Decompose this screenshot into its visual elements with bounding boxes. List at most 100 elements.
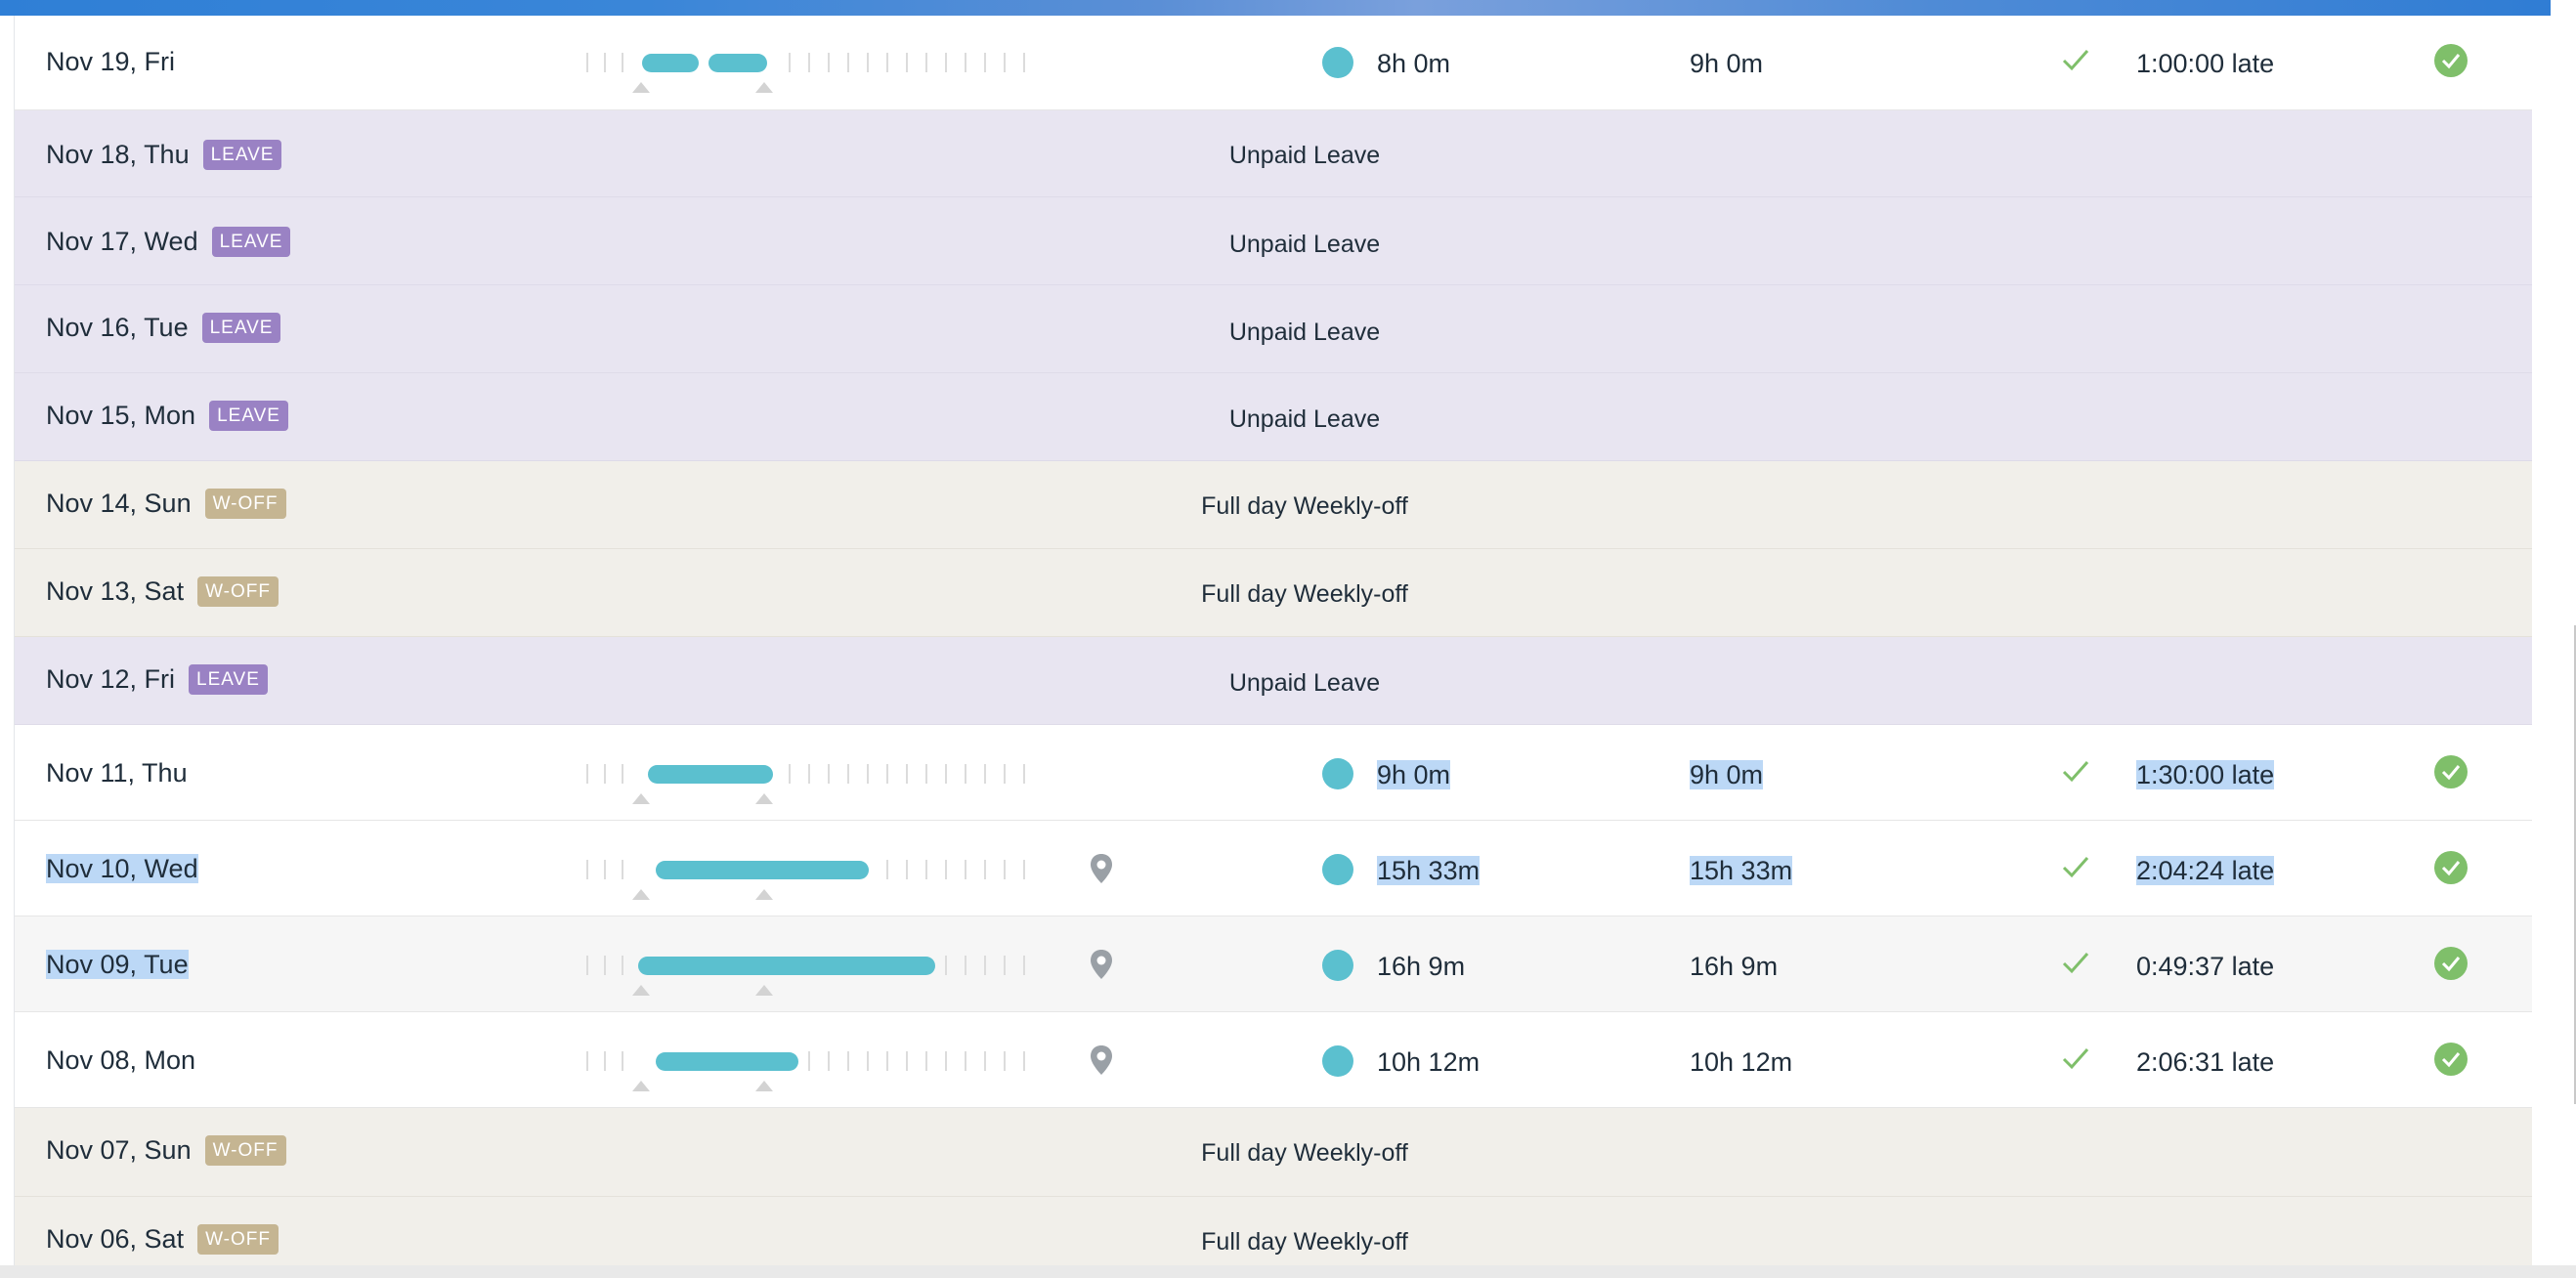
scrollbar-track[interactable] bbox=[2551, 0, 2576, 1278]
late-by: 2:04:24 late bbox=[2136, 856, 2275, 885]
timeline-tick bbox=[945, 53, 947, 72]
status-dot-icon bbox=[1322, 950, 1353, 981]
table-row[interactable]: Nov 10, Wed 15h 33m 15h 33m 2:04:24 late bbox=[15, 821, 2532, 916]
gross-hours: 16h 9m bbox=[1690, 952, 1779, 981]
timeline-tick bbox=[586, 764, 588, 784]
table-row[interactable]: Nov 11, Thu 9h 0m 9h 0m 1:30:00 late bbox=[15, 725, 2532, 821]
table-row[interactable]: Nov 17, Wed LEAVE Unpaid Leave bbox=[15, 197, 2532, 285]
location-pin-icon[interactable] bbox=[1088, 1044, 1115, 1077]
timeline-tick bbox=[906, 53, 908, 72]
table-row[interactable]: Nov 13, Sat W-OFF Full day Weekly-off bbox=[15, 549, 2532, 637]
status-dot-icon bbox=[1322, 758, 1353, 789]
timeline-tick bbox=[906, 764, 908, 784]
approved-circle-icon[interactable] bbox=[2434, 947, 2468, 980]
attendance-timeline[interactable] bbox=[572, 1042, 1041, 1091]
timeline-tick bbox=[604, 860, 606, 879]
timeline-tick bbox=[808, 1051, 810, 1071]
approved-circle-icon[interactable] bbox=[2434, 851, 2468, 884]
checkmark-icon bbox=[2062, 953, 2089, 974]
approved-circle-icon[interactable] bbox=[2434, 44, 2468, 77]
timeline-tick bbox=[984, 1051, 986, 1071]
leave-badge: LEAVE bbox=[189, 664, 268, 695]
timeline-tick bbox=[1004, 764, 1006, 784]
location-pin-icon[interactable] bbox=[1088, 852, 1115, 885]
timeline-tick bbox=[604, 1051, 606, 1071]
timeline-tick bbox=[965, 860, 966, 879]
checkmark-icon bbox=[2062, 50, 2089, 71]
timeline-tick bbox=[906, 1051, 908, 1071]
table-row[interactable]: Nov 14, Sun W-OFF Full day Weekly-off bbox=[15, 461, 2532, 549]
timeline-tick bbox=[586, 860, 588, 879]
row-date: Nov 15, Mon LEAVE bbox=[46, 401, 288, 431]
attendance-bar bbox=[708, 54, 767, 72]
attendance-timeline[interactable] bbox=[572, 850, 1041, 900]
approved-circle-icon[interactable] bbox=[2434, 755, 2468, 788]
leave-badge: LEAVE bbox=[211, 227, 291, 257]
attendance-log-table: Nov 19, Fri 8h 0m 9h 0m 1:00:00 late Nov… bbox=[14, 16, 2532, 1278]
timeline-tick bbox=[1023, 764, 1025, 784]
location-pin-icon[interactable] bbox=[1088, 948, 1115, 981]
timeline-tick bbox=[965, 764, 966, 784]
attendance-timeline[interactable] bbox=[572, 43, 1041, 93]
timeline-tick bbox=[886, 764, 888, 784]
effective-hours: 16h 9m bbox=[1377, 952, 1466, 981]
timeline-tick bbox=[886, 1051, 888, 1071]
row-date: Nov 10, Wed bbox=[46, 854, 198, 883]
timeline-tick bbox=[622, 764, 623, 784]
attendance-bar bbox=[638, 957, 935, 975]
table-row[interactable]: Nov 09, Tue 16h 9m 16h 9m 0:49:37 late bbox=[15, 916, 2532, 1012]
shift-start-marker bbox=[632, 793, 650, 804]
timeline-tick bbox=[945, 956, 947, 975]
row-date: Nov 06, Sat W-OFF bbox=[46, 1224, 279, 1255]
timeline-tick bbox=[622, 53, 623, 72]
row-date: Nov 17, Wed LEAVE bbox=[46, 227, 291, 257]
timeline-tick bbox=[925, 53, 927, 72]
timeline-tick bbox=[1023, 956, 1025, 975]
attendance-bar bbox=[648, 765, 773, 784]
timeline-tick bbox=[984, 956, 986, 975]
row-date: Nov 08, Mon bbox=[46, 1045, 196, 1075]
attendance-timeline[interactable] bbox=[572, 754, 1041, 804]
timeline-tick bbox=[622, 956, 623, 975]
leave-badge: LEAVE bbox=[201, 313, 281, 343]
late-by: 1:30:00 late bbox=[2136, 760, 2275, 789]
timeline-tick bbox=[586, 1051, 588, 1071]
table-row[interactable]: Nov 07, Sun W-OFF Full day Weekly-off bbox=[15, 1108, 2532, 1197]
row-date: Nov 13, Sat W-OFF bbox=[46, 576, 279, 607]
effective-hours: 15h 33m bbox=[1377, 856, 1481, 885]
table-row[interactable]: Nov 12, Fri LEAVE Unpaid Leave bbox=[15, 637, 2532, 725]
shift-start-marker bbox=[632, 82, 650, 93]
timeline-tick bbox=[847, 1051, 849, 1071]
timeline-tick bbox=[789, 53, 791, 72]
timeline-tick bbox=[867, 53, 869, 72]
gross-hours: 15h 33m bbox=[1690, 856, 1793, 885]
leave-badge: LEAVE bbox=[202, 140, 282, 170]
status-dot-icon bbox=[1322, 1045, 1353, 1077]
late-by: 1:00:00 late bbox=[2136, 49, 2275, 78]
row-date: Nov 07, Sun W-OFF bbox=[46, 1135, 286, 1166]
timeline-tick bbox=[984, 53, 986, 72]
timeline-tick bbox=[965, 1051, 966, 1071]
attendance-timeline[interactable] bbox=[572, 946, 1041, 996]
checkmark-icon bbox=[2062, 761, 2089, 783]
table-row[interactable]: Nov 19, Fri 8h 0m 9h 0m 1:00:00 late bbox=[15, 16, 2532, 110]
table-row[interactable]: Nov 16, Tue LEAVE Unpaid Leave bbox=[15, 285, 2532, 373]
timeline-tick bbox=[925, 764, 927, 784]
gross-hours: 9h 0m bbox=[1690, 49, 1764, 78]
shift-start-marker bbox=[632, 1081, 650, 1091]
weekly-off-badge: W-OFF bbox=[197, 1224, 279, 1255]
timeline-tick bbox=[808, 53, 810, 72]
effective-hours: 9h 0m bbox=[1377, 760, 1451, 789]
table-row[interactable]: Nov 18, Thu LEAVE Unpaid Leave bbox=[15, 110, 2532, 197]
late-by: 0:49:37 late bbox=[2136, 952, 2275, 981]
approved-circle-icon[interactable] bbox=[2434, 1043, 2468, 1076]
status-dot-icon bbox=[1322, 47, 1353, 78]
gross-hours: 9h 0m bbox=[1690, 760, 1764, 789]
table-row[interactable]: Nov 08, Mon 10h 12m 10h 12m 2:06:31 late bbox=[15, 1012, 2532, 1108]
timeline-tick bbox=[984, 860, 986, 879]
timeline-tick bbox=[886, 53, 888, 72]
timeline-tick bbox=[906, 860, 908, 879]
timeline-tick bbox=[828, 764, 830, 784]
table-row[interactable]: Nov 15, Mon LEAVE Unpaid Leave bbox=[15, 373, 2532, 461]
timeline-tick bbox=[789, 764, 791, 784]
